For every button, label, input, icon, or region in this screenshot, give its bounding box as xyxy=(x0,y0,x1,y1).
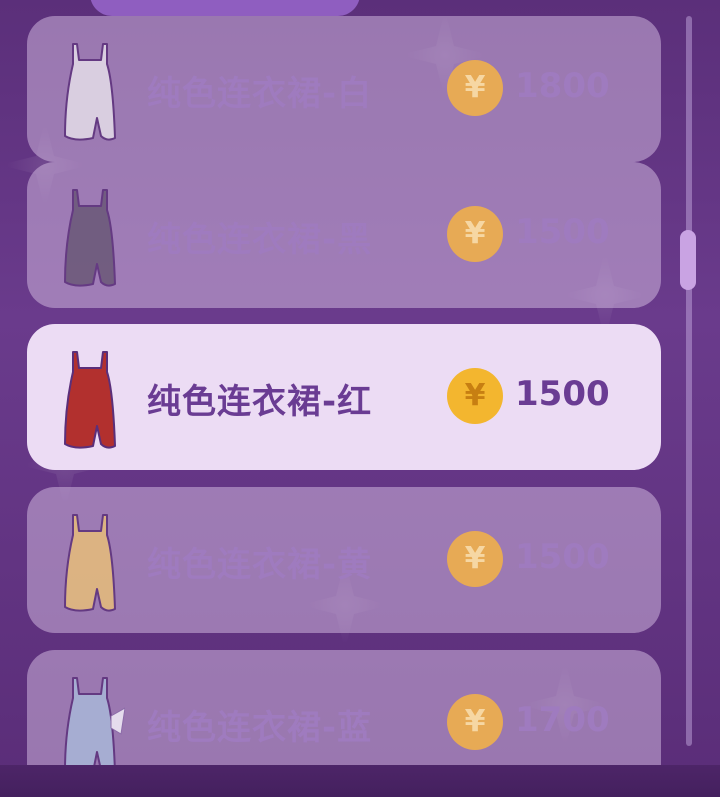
coin-icon: ¥ xyxy=(447,206,503,262)
shop-item-selected[interactable]: 纯色连衣裙-红 ¥ 1500 xyxy=(27,324,661,470)
shop-item[interactable]: 纯色连衣裙-黄 ¥ 1500 xyxy=(27,487,661,633)
item-price: 1700 xyxy=(515,700,610,740)
coin-icon: ¥ xyxy=(447,60,503,116)
dress-icon xyxy=(64,43,116,141)
shop-item[interactable]: 纯色连衣裙-白 ¥ 1800 xyxy=(27,16,661,162)
dress-shape xyxy=(64,514,116,612)
dress-shape xyxy=(64,43,116,141)
item-price: 1500 xyxy=(515,374,610,414)
item-name: 纯色连衣裙-黑 xyxy=(147,220,373,260)
dress-shape xyxy=(64,677,116,775)
item-name: 纯色连衣裙-红 xyxy=(147,382,373,422)
shop-item[interactable]: 纯色连衣裙-黑 ¥ 1500 xyxy=(27,162,661,308)
item-name: 纯色连衣裙-蓝 xyxy=(147,708,373,748)
item-name: 纯色连衣裙-白 xyxy=(147,74,373,114)
dress-icon xyxy=(64,514,116,612)
bottom-bar xyxy=(0,765,720,797)
coin-icon: ¥ xyxy=(447,531,503,587)
item-name: 纯色连衣裙-黄 xyxy=(147,545,373,585)
dress-icon xyxy=(64,189,116,287)
coin-icon: ¥ xyxy=(447,368,503,424)
top-tab[interactable] xyxy=(90,0,360,16)
item-price: 1500 xyxy=(515,537,610,577)
item-price: 1500 xyxy=(515,212,610,252)
item-price: 1800 xyxy=(515,66,610,106)
dress-shape xyxy=(64,351,116,449)
scrollbar-track[interactable] xyxy=(686,16,692,746)
coin-icon: ¥ xyxy=(447,694,503,750)
scrollbar-thumb[interactable] xyxy=(680,230,696,290)
dress-icon xyxy=(64,351,116,449)
dress-icon xyxy=(64,677,125,775)
dress-shape xyxy=(64,189,116,287)
